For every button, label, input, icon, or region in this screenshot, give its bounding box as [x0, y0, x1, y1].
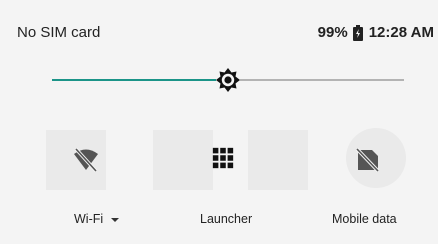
battery-percent: 99% — [317, 24, 348, 41]
clock: 12:28 AM — [368, 24, 434, 41]
battery-icon — [352, 24, 363, 41]
status-bar: No SIM card 99% 12:28 AM — [0, 0, 438, 60]
tile-mobile-data-label[interactable]: Mobile data — [332, 212, 397, 226]
tile-wifi-label[interactable]: Wi-Fi — [74, 212, 120, 226]
brightness-track-active — [52, 79, 228, 81]
tile-mobile-data[interactable]: Mobile data — [326, 120, 416, 244]
tile-wifi[interactable]: Wi-Fi — [60, 120, 140, 244]
tile-launcher[interactable]: Launcher — [196, 120, 276, 244]
brightness-slider[interactable] — [0, 58, 438, 102]
quick-settings-tiles: Wi-Fi Launcher Mobile data — [0, 120, 438, 244]
brightness-track-inactive — [228, 79, 404, 81]
chevron-down-icon[interactable] — [111, 217, 120, 222]
mobile-data-off-icon — [355, 147, 380, 172]
grid-icon — [212, 147, 234, 169]
wifi-label-text: Wi-Fi — [74, 212, 104, 226]
wifi-off-icon — [74, 147, 98, 172]
status-right-group: 99% 12:28 AM — [318, 24, 434, 41]
carrier-label: No SIM card — [17, 24, 101, 41]
tile-launcher-label[interactable]: Launcher — [200, 212, 252, 226]
brightness-icon[interactable] — [215, 67, 241, 93]
